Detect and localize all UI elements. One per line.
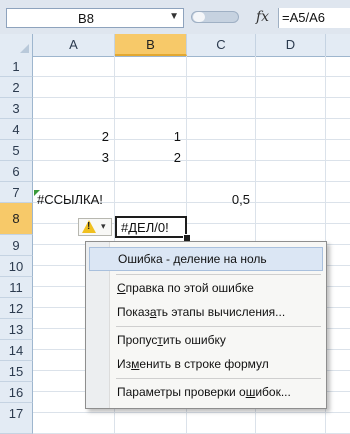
select-all-button[interactable] xyxy=(0,34,33,56)
row-header-6[interactable]: 6 xyxy=(0,161,33,182)
cell-b8: #ДЕЛ/0! xyxy=(121,220,169,235)
menu-item-text: ибок... xyxy=(255,385,291,399)
cell-b5[interactable]: 2 xyxy=(115,147,187,168)
cell-a5[interactable]: 3 xyxy=(33,147,115,168)
menu-item-text: Пропус xyxy=(117,333,158,347)
row-header-3[interactable]: 3 xyxy=(0,98,33,119)
menu-item-text: енить в строке формул xyxy=(139,357,269,371)
exclamation-icon: ! xyxy=(87,221,91,232)
slider-knob[interactable] xyxy=(193,12,205,22)
cell-b4[interactable]: 1 xyxy=(115,126,187,147)
name-box[interactable]: B8 ▼ xyxy=(6,8,184,28)
menu-divider xyxy=(116,326,321,327)
row-header-14[interactable]: 14 xyxy=(0,340,33,361)
chevron-down-icon: ▾ xyxy=(101,221,106,231)
formula-bar-resize-handle[interactable] xyxy=(191,11,239,23)
row-header-12[interactable]: 12 xyxy=(0,298,33,319)
row-header-13[interactable]: 13 xyxy=(0,319,33,340)
chevron-down-icon[interactable]: ▼ xyxy=(169,11,179,22)
row-header-17[interactable]: 17 xyxy=(0,403,33,434)
cell-a7[interactable]: #ССЫЛКА! xyxy=(37,189,147,210)
cell-c7[interactable]: 0,5 xyxy=(187,189,256,210)
menu-item-text: ить ошибку xyxy=(162,333,226,347)
menu-item-text: ть этапы вычисления... xyxy=(156,305,286,319)
row-header-7[interactable]: 7 xyxy=(0,182,33,203)
row-header-16[interactable]: 16 xyxy=(0,382,33,403)
menu-item-accelerator: ш xyxy=(245,385,256,399)
menu-item-accelerator: С xyxy=(117,281,126,295)
row-header-2[interactable]: 2 xyxy=(0,77,33,98)
error-smart-tag-button[interactable]: ! ▾ xyxy=(78,218,112,236)
menu-item-edit-in-formula-bar[interactable]: Изменить в строке формул xyxy=(89,352,323,376)
row-header-8[interactable]: 8 xyxy=(0,203,33,235)
row-header-10[interactable]: 10 xyxy=(0,256,33,277)
menu-item-text: Параметры проверки о xyxy=(117,385,246,399)
menu-item-error-checking-options[interactable]: Параметры проверки ошибок... xyxy=(89,380,323,404)
column-header-b[interactable]: B xyxy=(115,34,187,56)
row-header-11[interactable]: 11 xyxy=(0,277,33,298)
row-header-9[interactable]: 9 xyxy=(0,235,33,256)
menu-item-show-calculation-steps[interactable]: Показать этапы вычисления... xyxy=(89,300,323,324)
column-headers: A B C D xyxy=(0,34,350,57)
column-header-c[interactable]: C xyxy=(187,34,256,56)
error-options-menu: Ошибка - деление на ноль Справка по этой… xyxy=(85,241,327,409)
menu-item-error-title[interactable]: Ошибка - деление на ноль xyxy=(89,247,323,271)
menu-divider xyxy=(116,378,321,379)
column-header-d[interactable]: D xyxy=(256,34,326,56)
row-header-1[interactable]: 1 xyxy=(0,56,33,77)
insert-function-icon[interactable]: fx xyxy=(256,9,269,25)
row-header-4[interactable]: 4 xyxy=(0,119,33,140)
row-header-15[interactable]: 15 xyxy=(0,361,33,382)
menu-divider xyxy=(116,274,321,275)
menu-item-text: Из xyxy=(117,357,132,371)
menu-item-text: правка по этой ошибке xyxy=(125,281,254,295)
column-header-a[interactable]: A xyxy=(33,34,115,56)
formula-input[interactable]: =A5/A6 xyxy=(278,8,350,28)
cell-a4[interactable]: 2 xyxy=(33,126,115,147)
select-all-icon xyxy=(20,44,29,53)
active-cell-b8[interactable]: #ДЕЛ/0! xyxy=(115,216,187,238)
formula-bar: B8 ▼ fx =A5/A6 xyxy=(0,0,350,35)
menu-item-help-on-error[interactable]: Справка по этой ошибке xyxy=(89,276,323,300)
name-box-value: B8 xyxy=(78,11,94,26)
menu-item-ignore-error[interactable]: Пропустить ошибку xyxy=(89,328,323,352)
row-header-5[interactable]: 5 xyxy=(0,140,33,161)
menu-item-text: Показ xyxy=(117,305,150,319)
